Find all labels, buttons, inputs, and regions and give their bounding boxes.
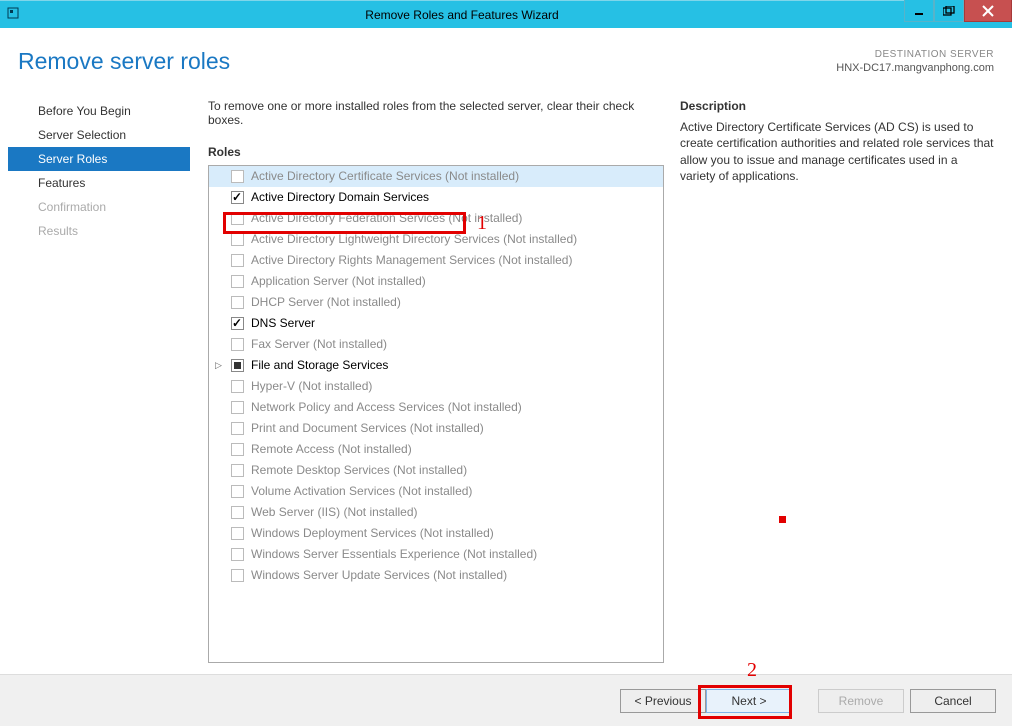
role-label: Active Directory Rights Management Servi… xyxy=(251,252,572,269)
role-row[interactable]: ▷ File and Storage Services xyxy=(209,355,663,376)
expand-icon[interactable]: ▷ xyxy=(215,357,222,374)
description-label: Description xyxy=(680,99,994,113)
role-row[interactable]: Network Policy and Access Services (Not … xyxy=(209,397,663,418)
role-checkbox xyxy=(231,233,244,246)
role-checkbox[interactable] xyxy=(231,359,244,372)
maximize-button[interactable] xyxy=(934,0,964,22)
role-label: Fax Server (Not installed) xyxy=(251,336,387,353)
role-label: Active Directory Domain Services xyxy=(251,189,429,206)
roles-label: Roles xyxy=(208,145,664,159)
role-label: Remote Access (Not installed) xyxy=(251,441,412,458)
remove-button: Remove xyxy=(818,689,904,713)
annotation-dot xyxy=(779,516,786,523)
role-label: Active Directory Certificate Services (N… xyxy=(251,168,519,185)
role-row[interactable]: Remote Desktop Services (Not installed) xyxy=(209,460,663,481)
role-row[interactable]: Print and Document Services (Not install… xyxy=(209,418,663,439)
side-nav: Before You BeginServer SelectionServer R… xyxy=(0,99,190,663)
role-row[interactable]: Active Directory Rights Management Servi… xyxy=(209,250,663,271)
role-checkbox[interactable] xyxy=(231,191,244,204)
role-row[interactable]: Active Directory Certificate Services (N… xyxy=(209,166,663,187)
destination-value: HNX-DC17.mangvanphong.com xyxy=(836,61,994,75)
role-row[interactable]: Windows Deployment Services (Not install… xyxy=(209,523,663,544)
role-row[interactable]: Fax Server (Not installed) xyxy=(209,334,663,355)
role-checkbox xyxy=(231,275,244,288)
role-row[interactable]: DHCP Server (Not installed) xyxy=(209,292,663,313)
role-checkbox xyxy=(231,548,244,561)
role-label: Remote Desktop Services (Not installed) xyxy=(251,462,467,479)
role-checkbox xyxy=(231,527,244,540)
role-checkbox xyxy=(231,464,244,477)
role-label: Active Directory Lightweight Directory S… xyxy=(251,231,577,248)
content-area: Remove server roles DESTINATION SERVER H… xyxy=(0,28,1012,674)
role-row[interactable]: Active Directory Domain Services xyxy=(209,187,663,208)
role-label: Windows Server Update Services (Not inst… xyxy=(251,567,507,584)
role-checkbox xyxy=(231,338,244,351)
role-label: DNS Server xyxy=(251,315,315,332)
previous-button[interactable]: < Previous xyxy=(620,689,706,713)
role-checkbox xyxy=(231,170,244,183)
role-row[interactable]: Windows Server Essentials Experience (No… xyxy=(209,544,663,565)
button-bar: < Previous Next > Remove Cancel xyxy=(0,674,1012,726)
close-button[interactable] xyxy=(964,0,1012,22)
role-label: Windows Server Essentials Experience (No… xyxy=(251,546,537,563)
role-checkbox xyxy=(231,212,244,225)
window-controls xyxy=(904,1,1012,28)
page-title: Remove server roles xyxy=(18,48,230,75)
role-checkbox xyxy=(231,443,244,456)
role-checkbox xyxy=(231,254,244,267)
role-row[interactable]: Application Server (Not installed) xyxy=(209,271,663,292)
role-label: Hyper-V (Not installed) xyxy=(251,378,372,395)
role-row[interactable]: Active Directory Lightweight Directory S… xyxy=(209,229,663,250)
nav-item[interactable]: Server Selection xyxy=(8,123,190,147)
destination-label: DESTINATION SERVER xyxy=(836,48,994,61)
role-checkbox xyxy=(231,380,244,393)
role-row[interactable]: Remote Access (Not installed) xyxy=(209,439,663,460)
annotation-label-2: 2 xyxy=(747,659,757,682)
window-title: Remove Roles and Features Wizard xyxy=(20,8,904,22)
description-text: Active Directory Certificate Services (A… xyxy=(680,119,994,184)
nav-item[interactable]: Before You Begin xyxy=(8,99,190,123)
roles-list[interactable]: Active Directory Certificate Services (N… xyxy=(208,165,664,663)
role-label: Print and Document Services (Not install… xyxy=(251,420,484,437)
role-checkbox xyxy=(231,422,244,435)
role-checkbox xyxy=(231,296,244,309)
next-button[interactable]: Next > xyxy=(706,689,792,713)
role-label: Web Server (IIS) (Not installed) xyxy=(251,504,418,521)
role-label: Application Server (Not installed) xyxy=(251,273,426,290)
role-row[interactable]: Windows Server Update Services (Not inst… xyxy=(209,565,663,586)
cancel-button[interactable]: Cancel xyxy=(910,689,996,713)
nav-item: Confirmation xyxy=(8,195,190,219)
nav-item[interactable]: Server Roles xyxy=(8,147,190,171)
titlebar[interactable]: Remove Roles and Features Wizard xyxy=(0,0,1012,28)
role-row[interactable]: Volume Activation Services (Not installe… xyxy=(209,481,663,502)
nav-item[interactable]: Features xyxy=(8,171,190,195)
role-label: Windows Deployment Services (Not install… xyxy=(251,525,494,542)
role-label: DHCP Server (Not installed) xyxy=(251,294,401,311)
role-label: Volume Activation Services (Not installe… xyxy=(251,483,472,500)
role-row[interactable]: Active Directory Federation Services (No… xyxy=(209,208,663,229)
role-row[interactable]: Hyper-V (Not installed) xyxy=(209,376,663,397)
destination-block: DESTINATION SERVER HNX-DC17.mangvanphong… xyxy=(836,48,994,75)
minimize-button[interactable] xyxy=(904,0,934,22)
role-row[interactable]: DNS Server xyxy=(209,313,663,334)
role-checkbox xyxy=(231,485,244,498)
role-label: File and Storage Services xyxy=(251,357,388,374)
annotation-label-1: 1 xyxy=(477,212,487,235)
nav-item: Results xyxy=(8,219,190,243)
role-checkbox[interactable] xyxy=(231,317,244,330)
role-checkbox xyxy=(231,506,244,519)
app-icon xyxy=(6,6,20,23)
role-checkbox xyxy=(231,401,244,414)
instruction-text: To remove one or more installed roles fr… xyxy=(208,99,664,127)
role-row[interactable]: Web Server (IIS) (Not installed) xyxy=(209,502,663,523)
role-label: Network Policy and Access Services (Not … xyxy=(251,399,522,416)
role-checkbox xyxy=(231,569,244,582)
